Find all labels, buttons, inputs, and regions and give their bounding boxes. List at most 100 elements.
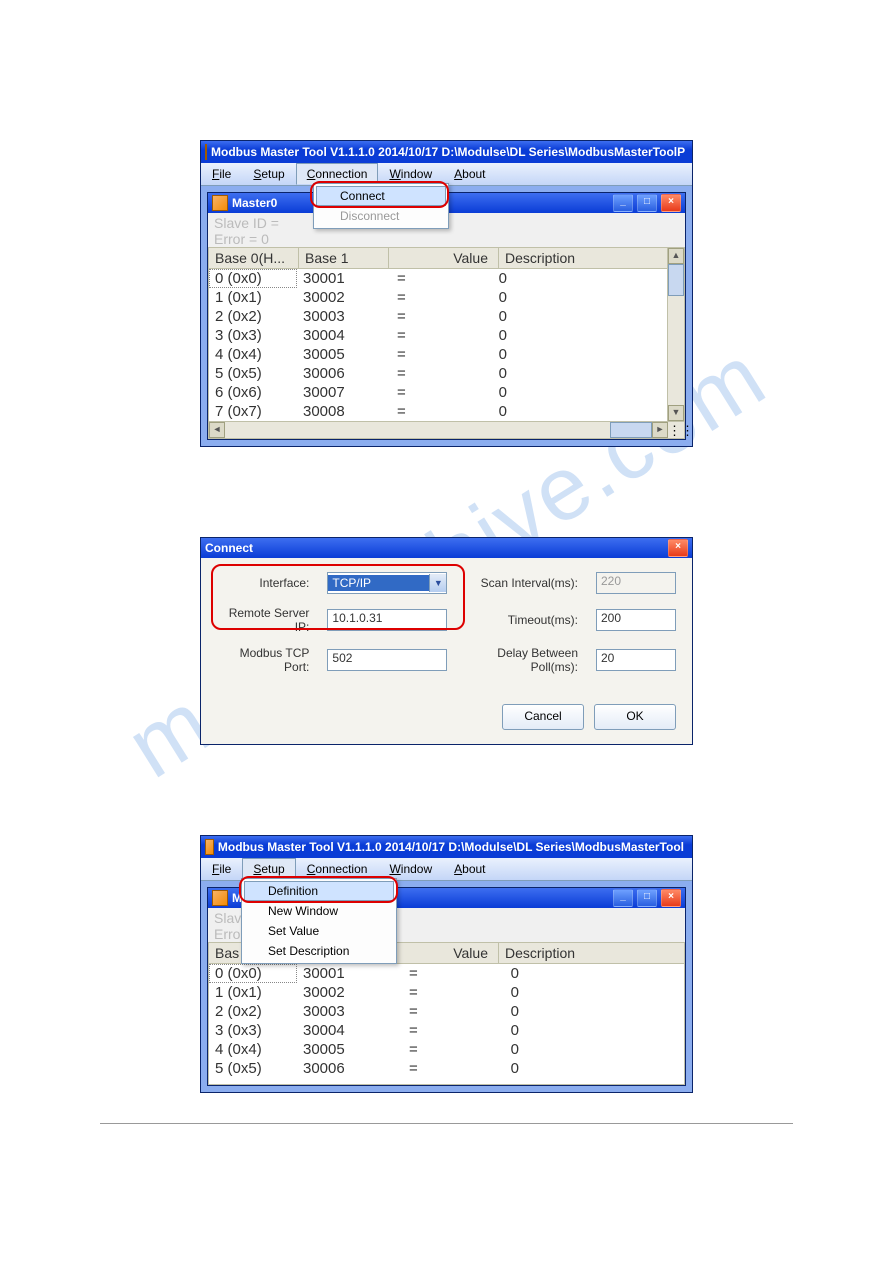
tcp-port-field[interactable]: 502 <box>327 649 447 671</box>
table-row[interactable]: 1 (0x1) 30002 = 0 <box>209 288 667 307</box>
data-grid[interactable]: 0 (0x0) 30001 = 0 1 (0x1) 30002 = 0 2 (0… <box>208 269 668 422</box>
maximize-button[interactable]: □ <box>637 194 657 212</box>
cell-base1: 30005 <box>297 346 397 363</box>
table-row[interactable]: 3 (0x3) 30004 = 0 <box>209 326 667 345</box>
cell-base0: 5 (0x5) <box>209 365 297 382</box>
cell-value: 0 <box>417 289 517 306</box>
cell-eq: = <box>397 289 417 306</box>
menu-connection[interactable]: Connection <box>296 858 379 880</box>
mdi-child-window: Master0 _ □ × Slave ID = Error = 0 Base … <box>207 192 686 440</box>
cell-eq: = <box>397 270 417 287</box>
maximize-button[interactable]: □ <box>637 889 657 907</box>
table-row[interactable]: 5 (0x5) 30006 = 0 <box>209 364 667 383</box>
menu-window[interactable]: Window <box>378 858 443 880</box>
menu-set-value[interactable]: Set Value <box>244 921 394 941</box>
cell-base1: 30001 <box>297 965 409 982</box>
col-base0[interactable]: Base 0(H... <box>209 248 299 268</box>
menu-about[interactable]: About <box>443 163 496 185</box>
scroll-thumb[interactable] <box>668 264 684 296</box>
menu-new-window[interactable]: New Window <box>244 901 394 921</box>
footer-divider <box>100 1123 793 1124</box>
menu-file[interactable]: File <box>201 163 242 185</box>
cell-eq: = <box>409 965 429 982</box>
child-icon <box>212 195 228 211</box>
delay-field[interactable]: 20 <box>596 649 676 671</box>
timeout-field[interactable]: 200 <box>596 609 676 631</box>
table-row[interactable]: 0 (0x0) 30001 = 0 <box>209 269 667 288</box>
data-grid-2[interactable]: 0 (0x0) 30001 = 0 1 (0x1) 30002 = 0 2 (0… <box>208 964 685 1085</box>
menu-definition[interactable]: Definition <box>244 881 394 901</box>
title-bar-2[interactable]: Modbus Master Tool V1.1.1.0 2014/10/17 D… <box>201 836 692 858</box>
cell-eq: = <box>409 1060 429 1077</box>
menu-setup[interactable]: Setup <box>242 163 295 185</box>
menu-connection[interactable]: Connection <box>296 163 379 185</box>
menu-window[interactable]: Window <box>378 163 443 185</box>
menu-setup[interactable]: Setup <box>242 858 295 880</box>
menu-about[interactable]: About <box>443 858 496 880</box>
menu-set-description[interactable]: Set Description <box>244 941 394 961</box>
cell-base0: 3 (0x3) <box>209 1022 297 1039</box>
main-window-2: Modbus Master Tool V1.1.1.0 2014/10/17 D… <box>200 835 693 1093</box>
col-value[interactable]: Value <box>389 248 499 268</box>
table-row[interactable]: 6 (0x6) 30007 = 0 <box>209 383 667 402</box>
menu-file[interactable]: File <box>201 858 242 880</box>
interface-combo[interactable]: TCP/IP ▼ <box>327 572 447 594</box>
setup-dropdown: Definition New Window Set Value Set Desc… <box>241 878 397 964</box>
scroll-thumb-h[interactable] <box>610 422 652 438</box>
dialog-close-button[interactable]: × <box>668 539 688 557</box>
menu-disconnect: Disconnect <box>316 206 446 226</box>
close-button[interactable]: × <box>661 194 681 212</box>
dialog-title-bar[interactable]: Connect × <box>201 538 692 558</box>
cell-value: 0 <box>417 403 517 420</box>
cell-eq: = <box>409 1041 429 1058</box>
col-description[interactable]: Description <box>499 248 667 268</box>
cancel-button[interactable]: Cancel <box>502 704 584 730</box>
chevron-down-icon[interactable]: ▼ <box>429 574 446 592</box>
cell-base0: 6 (0x6) <box>209 384 297 401</box>
ok-button[interactable]: OK <box>594 704 676 730</box>
minimize-button[interactable]: _ <box>613 194 633 212</box>
child-icon <box>212 890 228 906</box>
horizontal-scrollbar[interactable]: ◄ ► ⋮⋮ <box>208 422 685 439</box>
minimize-button[interactable]: _ <box>613 889 633 907</box>
close-button[interactable]: × <box>661 889 681 907</box>
col-value[interactable]: Value <box>389 943 499 963</box>
remote-ip-field[interactable]: 10.1.0.31 <box>327 609 447 631</box>
cell-base0: 0 (0x0) <box>209 269 297 288</box>
col-base1[interactable]: Base 1 <box>299 248 389 268</box>
cell-value: 0 <box>417 365 517 382</box>
title-bar[interactable]: Modbus Master Tool V1.1.1.0 2014/10/17 D… <box>201 141 692 163</box>
table-row[interactable]: 2 (0x2) 30003 = 0 <box>209 1002 684 1021</box>
menu-connect[interactable]: Connect <box>316 186 446 206</box>
cell-eq: = <box>409 984 429 1001</box>
cell-base1: 30006 <box>297 365 397 382</box>
app-icon <box>205 144 207 160</box>
scan-interval-field: 220 <box>596 572 676 594</box>
vertical-scrollbar[interactable]: ▲ ▼ <box>668 247 685 422</box>
table-row[interactable]: 7 (0x7) 30008 = 0 <box>209 402 667 421</box>
scroll-right-icon[interactable]: ► <box>652 422 668 438</box>
scroll-down-icon[interactable]: ▼ <box>668 405 684 421</box>
table-row[interactable]: 4 (0x4) 30005 = 0 <box>209 1040 684 1059</box>
tcp-port-label: Modbus TCP Port: <box>217 646 309 674</box>
cell-value: 0 <box>417 327 517 344</box>
cell-value: 0 <box>429 1060 529 1077</box>
col-description[interactable]: Description <box>499 943 684 963</box>
table-row[interactable]: 4 (0x4) 30005 = 0 <box>209 345 667 364</box>
cell-base1: 30003 <box>297 1003 409 1020</box>
table-row[interactable]: 1 (0x1) 30002 = 0 <box>209 983 684 1002</box>
scroll-left-icon[interactable]: ◄ <box>209 422 225 438</box>
cell-base0: 4 (0x4) <box>209 346 297 363</box>
table-row[interactable]: 2 (0x2) 30003 = 0 <box>209 307 667 326</box>
cell-base1: 30002 <box>297 289 397 306</box>
cell-eq: = <box>397 346 417 363</box>
cell-value: 0 <box>417 270 517 287</box>
cell-value: 0 <box>417 384 517 401</box>
table-row[interactable]: 5 (0x5) 30006 = 0 <box>209 1059 684 1078</box>
child-title: Master0 <box>232 196 277 210</box>
table-row[interactable]: 0 (0x0) 30001 = 0 <box>209 964 684 983</box>
resize-grip[interactable]: ⋮⋮ <box>668 423 684 437</box>
cell-base1: 30001 <box>297 270 397 287</box>
scroll-up-icon[interactable]: ▲ <box>668 248 684 264</box>
table-row[interactable]: 3 (0x3) 30004 = 0 <box>209 1021 684 1040</box>
